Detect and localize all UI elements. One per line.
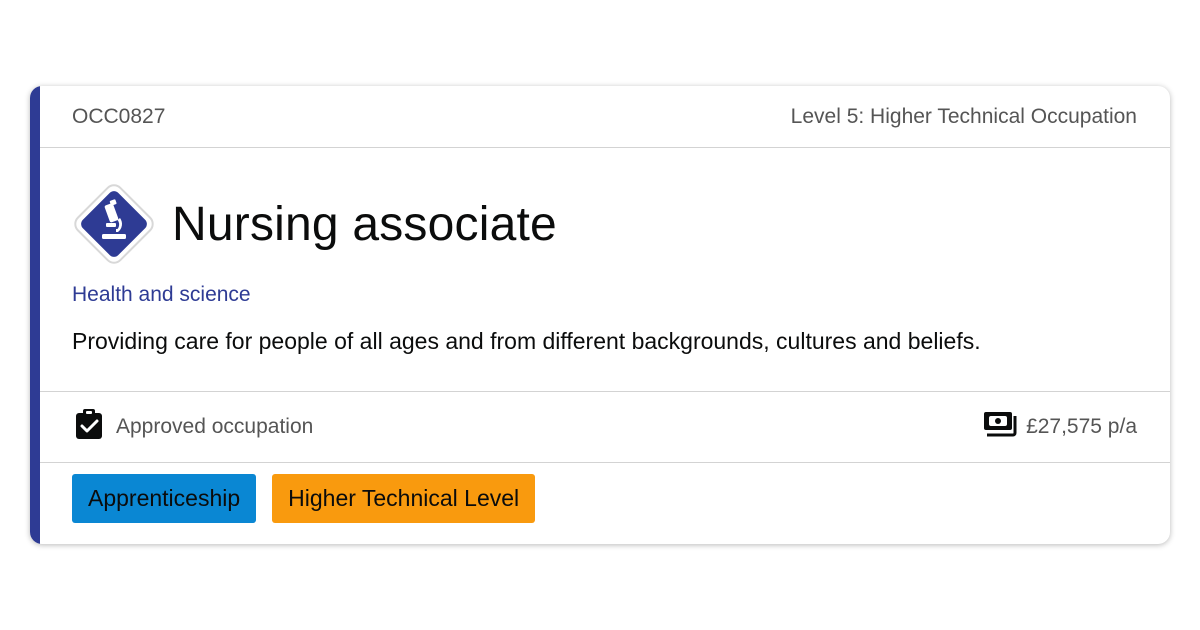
salary-info: £27,575 p/a [982,410,1137,444]
occupation-code: OCC0827 [72,104,166,128]
tag-apprenticeship[interactable]: Apprenticeship [72,474,257,523]
approval-status: Approved occupation [74,408,313,446]
card-body: Nursing associate Health and science Pro… [40,148,1170,392]
money-icon [982,410,1018,444]
microscope-icon [66,176,162,272]
approval-status-label: Approved occupation [116,415,314,438]
card-tags: Apprenticeship Higher Technical Level [40,463,1170,544]
occupation-title[interactable]: Nursing associate [172,197,557,252]
tag-higher-technical-level[interactable]: Higher Technical Level [272,474,536,523]
card-header: OCC0827 Level 5: Higher Technical Occupa… [40,86,1170,148]
occupation-category[interactable]: Health and science [72,283,251,307]
occupation-card[interactable]: OCC0827 Level 5: Higher Technical Occupa… [30,86,1170,544]
card-accent-bar [30,86,40,544]
title-row: Nursing associate [66,176,557,272]
salary-label: £27,575 p/a [1026,415,1137,438]
occupation-level: Level 5: Higher Technical Occupation [790,104,1137,128]
occupation-description: Providing care for people of all ages an… [72,328,981,354]
clipboard-check-icon [74,408,104,446]
card-status-row: Approved occupation £27,575 p/a [40,392,1170,463]
